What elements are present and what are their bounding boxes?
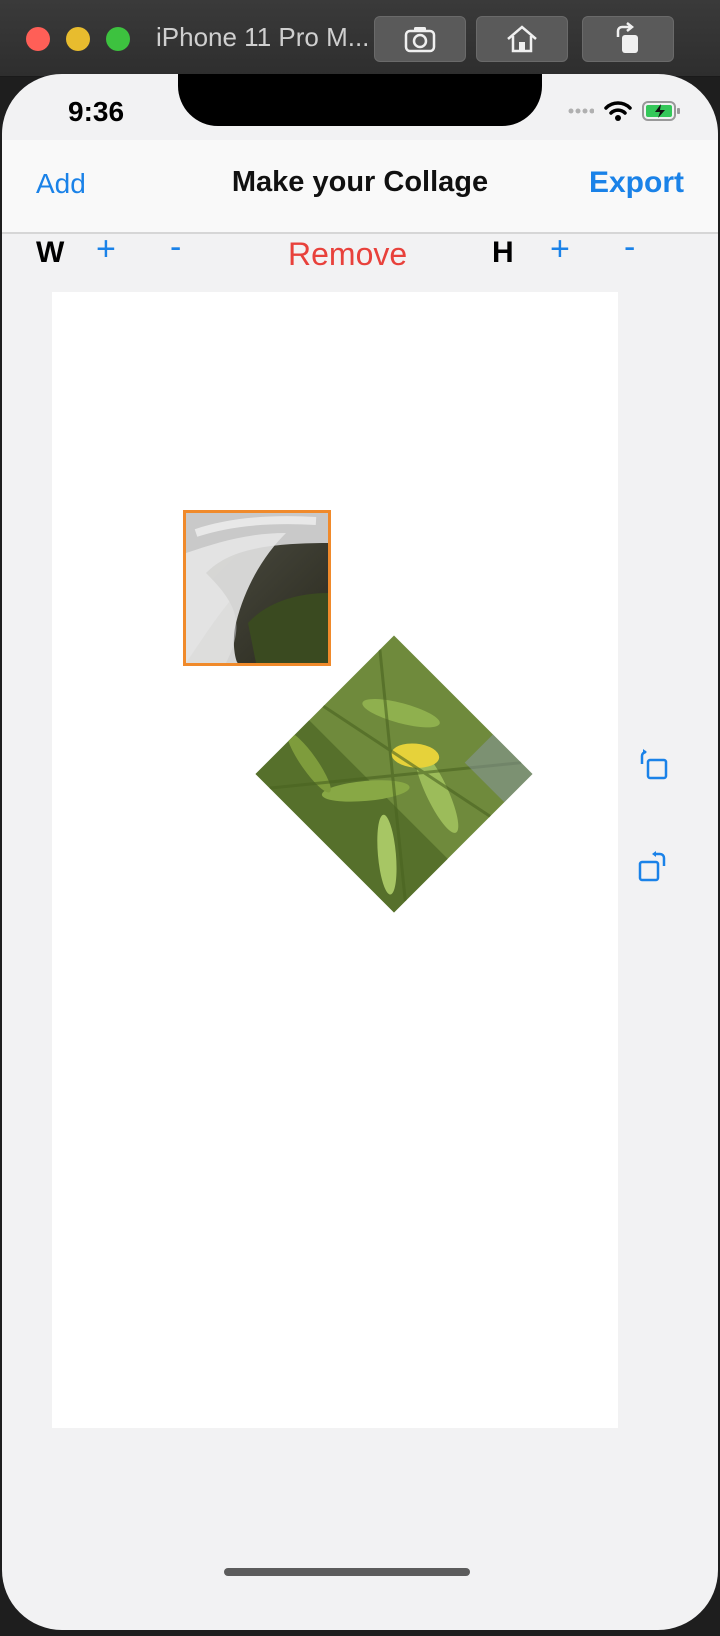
battery-icon [642, 101, 680, 121]
rotate-left-icon [640, 749, 668, 780]
cellular-icon [568, 108, 594, 114]
navigation-bar: Add Make your Collage Export [2, 140, 718, 234]
width-increase-button[interactable]: + [96, 230, 116, 269]
width-label: W [36, 236, 65, 269]
leaves-image [255, 635, 533, 913]
remove-button[interactable]: Remove [288, 236, 407, 273]
screenshot-icon [404, 27, 436, 53]
height-increase-button[interactable]: + [550, 230, 570, 269]
rotate-device-button[interactable] [582, 16, 674, 62]
height-label: H [492, 236, 514, 269]
rotate-right-button[interactable] [636, 850, 670, 884]
wifi-icon [604, 101, 632, 121]
waterfall-image [186, 513, 328, 663]
rotate-right-icon [638, 851, 666, 882]
home-indicator[interactable] [224, 1568, 470, 1576]
home-button[interactable] [476, 16, 568, 62]
rotate-device-icon [616, 22, 638, 53]
device-screen: 9:36 Add Make your Collage Export W + - … [2, 74, 718, 1630]
export-button[interactable]: Export [589, 166, 684, 200]
close-window-button[interactable] [26, 27, 50, 51]
simulator-title-bar: iPhone 11 Pro M... [0, 0, 720, 77]
minimize-window-button[interactable] [66, 27, 90, 51]
status-time: 9:36 [68, 96, 125, 127]
window-title: iPhone 11 Pro M... [156, 22, 370, 52]
zoom-window-button[interactable] [106, 27, 130, 51]
screenshot-button[interactable] [374, 16, 466, 62]
status-icons [568, 100, 682, 122]
device-notch [178, 74, 542, 126]
waterfall-photo-selected[interactable] [183, 510, 331, 666]
width-decrease-button[interactable]: - [170, 228, 181, 267]
home-icon [507, 25, 537, 53]
height-decrease-button[interactable]: - [624, 228, 635, 267]
collage-canvas[interactable] [52, 292, 618, 1428]
leaves-photo[interactable] [255, 635, 533, 913]
rotate-left-button[interactable] [636, 748, 670, 782]
